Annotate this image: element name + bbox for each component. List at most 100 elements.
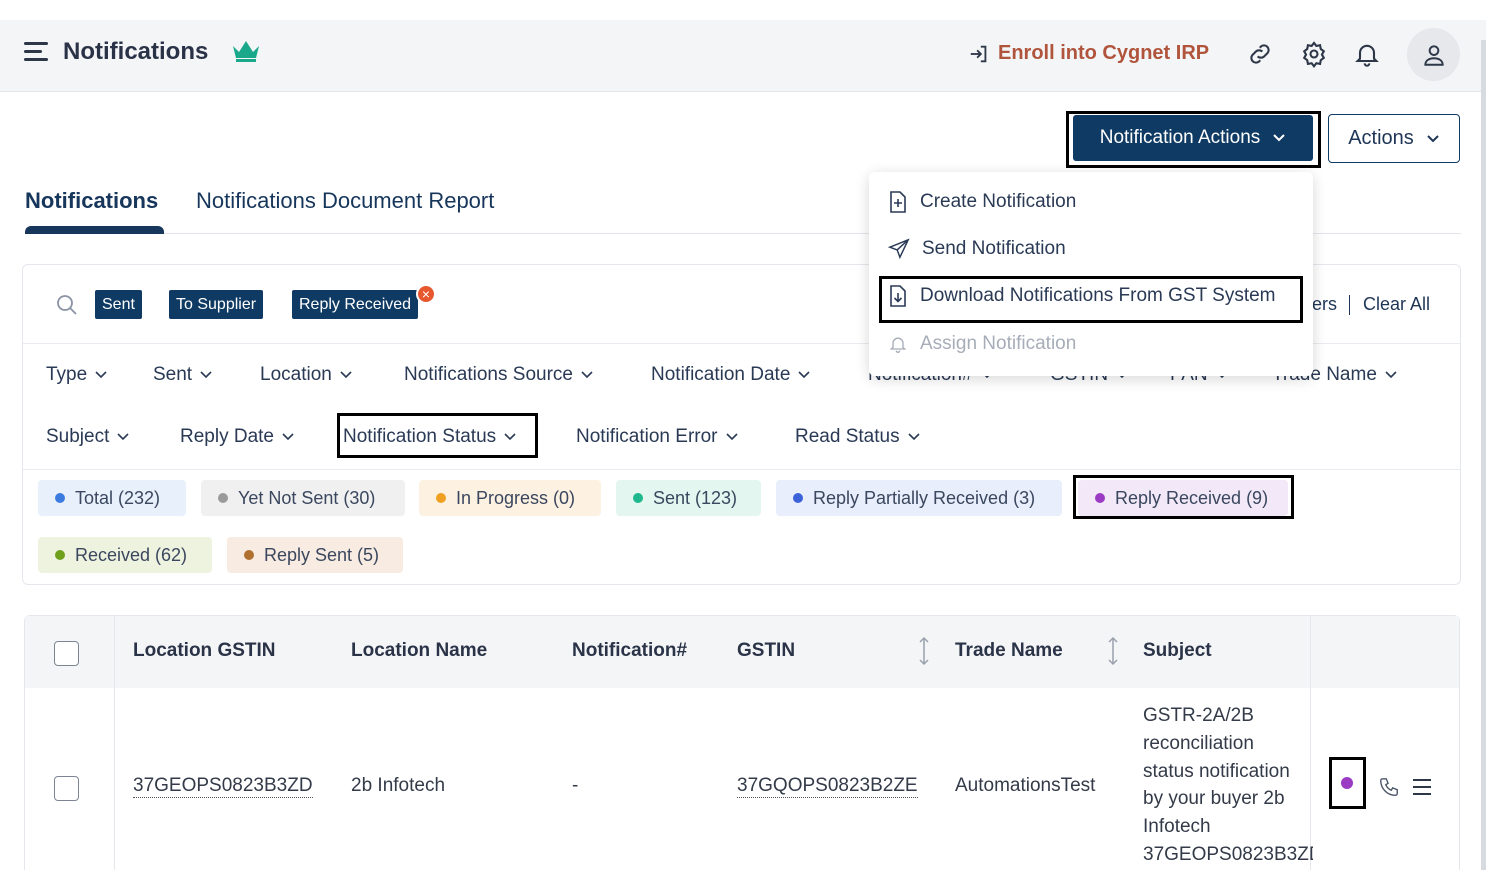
status-pill-label: Received (62): [75, 544, 188, 565]
column-header-trade-name[interactable]: Trade Name: [955, 640, 1063, 662]
list-icon[interactable]: [1412, 778, 1432, 796]
crown-icon: [233, 41, 259, 62]
status-pill-label: Total (232): [75, 487, 161, 508]
highlight-box: [1073, 475, 1294, 519]
filter-label: Read Status: [795, 426, 900, 447]
menu-item-label: Create Notification: [920, 191, 1077, 212]
filter-chip-reply-received[interactable]: Reply Received: [292, 290, 419, 319]
column-header-location-gstin[interactable]: Location GSTIN: [133, 640, 276, 662]
file-plus-icon: [890, 191, 906, 213]
scrollbar[interactable]: [1481, 40, 1486, 870]
sort-icon[interactable]: [917, 636, 931, 666]
gear-icon[interactable]: [1300, 40, 1328, 68]
menu-item-label: Send Notification: [922, 238, 1066, 259]
chevron-down-icon: [1427, 134, 1439, 142]
filter-read-status[interactable]: Read Status: [795, 426, 920, 448]
column-header-notification-number[interactable]: Notification#: [572, 640, 687, 662]
subject-line: Infotech: [1143, 816, 1211, 838]
actions-button[interactable]: Actions: [1328, 114, 1460, 163]
status-pill-reply-sent[interactable]: Reply Sent (5): [227, 537, 403, 573]
filter-label: Notification Error: [576, 426, 718, 447]
filter-type[interactable]: Type: [46, 364, 107, 386]
menu-item-assign-notification[interactable]: Assign Notification: [888, 333, 1076, 355]
status-pill-yet-not-sent[interactable]: Yet Not Sent (30): [201, 480, 405, 516]
close-icon[interactable]: ×: [416, 284, 436, 304]
menu-item-create-notification[interactable]: Create Notification: [888, 191, 1076, 213]
filter-chip-to-supplier[interactable]: To Supplier: [169, 290, 264, 319]
phone-icon[interactable]: [1378, 776, 1400, 798]
avatar[interactable]: [1407, 28, 1460, 81]
filter-location[interactable]: Location: [260, 364, 352, 386]
enroll-label: Enroll into Cygnet IRP: [998, 42, 1210, 64]
select-all-checkbox[interactable]: [54, 641, 79, 666]
notification-actions-label: Notification Actions: [1099, 127, 1261, 148]
status-pill-total[interactable]: Total (232): [38, 480, 186, 516]
column-header-gstin[interactable]: GSTIN: [737, 640, 795, 662]
filter-label: Reply Date: [180, 426, 274, 447]
cell-location-name: 2b Infotech: [351, 775, 446, 796]
status-dot: [436, 493, 446, 503]
cell-location-gstin[interactable]: 37GEOPS0823B3ZD: [133, 775, 313, 798]
filter-label: Location: [260, 364, 332, 385]
cell-gstin[interactable]: 37GQOPS0823B2ZE: [737, 775, 918, 798]
filter-chip-sent[interactable]: Sent: [95, 290, 142, 319]
filter-notification-error[interactable]: Notification Error: [576, 426, 738, 448]
app-header: Notifications Enroll into Cygnet IRP: [0, 20, 1486, 92]
divider: [1349, 295, 1350, 315]
status-pill-in-progress[interactable]: In Progress (0): [419, 480, 601, 516]
cell-trade-name: AutomationsTest: [955, 775, 1096, 796]
status-dot: [55, 550, 65, 560]
status-dot: [1341, 777, 1353, 789]
chevron-down-icon: [1273, 134, 1285, 142]
column-divider: [114, 616, 115, 870]
cell-notification-number: -: [572, 775, 579, 796]
bell-icon[interactable]: [1353, 40, 1381, 68]
filter-notification-date[interactable]: Notification Date: [651, 364, 810, 386]
search-icon[interactable]: [55, 293, 79, 317]
login-icon: [970, 45, 987, 62]
send-icon: [888, 238, 910, 260]
sort-icon[interactable]: [1106, 636, 1120, 666]
chevron-down-icon: [725, 433, 738, 441]
filter-label: Type: [46, 364, 88, 385]
filter-label: Sent: [153, 364, 193, 385]
menu-icon[interactable]: [24, 42, 48, 62]
status-pill-sent[interactable]: Sent (123): [616, 480, 761, 516]
menu-item-label: Assign Notification: [920, 333, 1077, 354]
filter-notifications-source[interactable]: Notifications Source: [404, 364, 593, 386]
filter-reply-date[interactable]: Reply Date: [180, 426, 294, 448]
subject-line: status notification: [1143, 760, 1290, 782]
chevron-down-icon: [798, 371, 810, 379]
chevron-down-icon: [117, 433, 129, 441]
divider: [23, 469, 1460, 470]
filter-subject[interactable]: Subject: [46, 426, 129, 448]
status-pill-received[interactable]: Received (62): [38, 537, 212, 573]
highlight-box: [879, 276, 1303, 323]
chevron-down-icon: [581, 371, 593, 379]
page: Notifications Enroll into Cygnet IRP Not…: [0, 0, 1486, 870]
chevron-down-icon: [95, 371, 107, 379]
subject-line: GSTR-2A/2B: [1143, 705, 1254, 726]
clear-all-link[interactable]: Clear All: [1363, 294, 1430, 315]
menu-item-send-notification[interactable]: Send Notification: [888, 238, 1066, 260]
chevron-down-icon: [340, 371, 352, 379]
column-header-location-name[interactable]: Location Name: [351, 640, 487, 662]
tab-notifications[interactable]: Notifications: [25, 188, 158, 214]
row-checkbox[interactable]: [54, 776, 79, 801]
status-dot: [218, 493, 228, 503]
active-tab-indicator: [25, 226, 164, 234]
notification-actions-button[interactable]: Notification Actions: [1073, 115, 1313, 161]
status-pill-label: Yet Not Sent (30): [238, 487, 376, 508]
enroll-link[interactable]: Enroll into Cygnet IRP: [968, 42, 1209, 65]
chevron-down-icon: [282, 433, 294, 441]
clear-filters-link[interactable]: ers: [1312, 294, 1337, 315]
subject-line: reconciliation: [1143, 732, 1254, 754]
filter-label: Subject: [46, 426, 110, 447]
subject-line: by your buyer 2b: [1143, 788, 1285, 810]
status-pill-reply-partially-received[interactable]: Reply Partially Received (3): [776, 480, 1062, 516]
column-header-subject[interactable]: Subject: [1143, 640, 1212, 662]
tab-notifications-document-report[interactable]: Notifications Document Report: [196, 188, 494, 214]
filter-sent[interactable]: Sent: [153, 364, 212, 386]
bell-icon: [889, 337, 907, 353]
link-icon[interactable]: [1246, 40, 1274, 68]
